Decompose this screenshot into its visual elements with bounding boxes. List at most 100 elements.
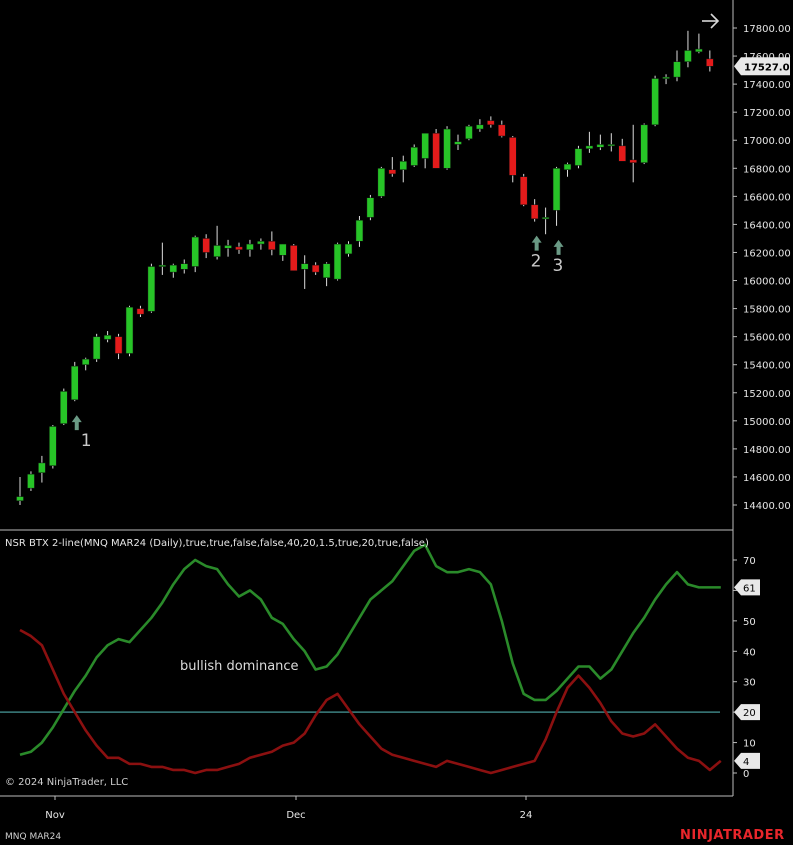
candle[interactable] — [421, 132, 429, 169]
arrow-right-icon[interactable] — [702, 13, 720, 29]
candle[interactable] — [530, 199, 539, 222]
candle[interactable] — [388, 157, 397, 177]
signal-label: 2 — [531, 252, 542, 272]
candle[interactable] — [454, 134, 462, 151]
candle[interactable] — [443, 126, 451, 170]
candle[interactable] — [322, 262, 331, 287]
price-tick-label: 14800.00 — [743, 445, 791, 456]
candle[interactable] — [563, 162, 572, 177]
candle[interactable] — [224, 239, 232, 257]
candle[interactable] — [136, 305, 145, 318]
indicator-panel[interactable] — [0, 543, 722, 775]
candle[interactable] — [344, 241, 353, 257]
candle[interactable] — [498, 120, 506, 138]
candle[interactable] — [191, 235, 199, 273]
candle[interactable] — [399, 155, 407, 183]
candle[interactable] — [71, 361, 79, 402]
candle[interactable] — [27, 471, 35, 491]
price-panel[interactable]: 1 2 3 — [16, 30, 714, 505]
price-tick-label: 17200.00 — [743, 108, 791, 119]
candle[interactable] — [432, 129, 440, 169]
candle[interactable] — [509, 136, 517, 183]
price-tick-label: 17400.00 — [743, 80, 791, 91]
candle[interactable] — [202, 234, 210, 259]
candle[interactable] — [476, 119, 484, 132]
candle[interactable] — [684, 30, 692, 68]
candle[interactable] — [487, 116, 495, 128]
indicator-tick-label: 10 — [743, 739, 756, 750]
time-axis[interactable]: Nov Dec 24 — [45, 796, 532, 821]
candle[interactable] — [552, 166, 561, 226]
bullish-line[interactable] — [19, 543, 721, 756]
indicator-value-badge: 20 — [734, 704, 760, 721]
candle[interactable] — [114, 333, 123, 360]
price-tick-label: 16000.00 — [743, 277, 791, 288]
chart-canvas[interactable]: 123 17800.0017600.0017400.0017200.001700… — [0, 0, 793, 845]
candle[interactable] — [38, 455, 46, 483]
copyright: © 2024 NinjaTrader, LLC — [5, 777, 128, 788]
candle[interactable] — [158, 242, 167, 275]
svg-text:20: 20 — [743, 708, 756, 719]
price-tick-label: 15200.00 — [743, 389, 791, 400]
candle[interactable] — [279, 243, 287, 261]
bearish-line[interactable] — [19, 628, 722, 775]
candle[interactable] — [706, 50, 714, 72]
candle[interactable] — [695, 33, 703, 54]
indicator-axis[interactable]: 70605040302010061204 — [733, 556, 760, 780]
candle[interactable] — [366, 194, 375, 221]
indicator-value-badge: 61 — [734, 579, 760, 596]
candle[interactable] — [465, 124, 473, 141]
candle[interactable] — [180, 259, 188, 274]
up-arrow-signal-icon — [71, 415, 82, 431]
price-tick-label: 15400.00 — [743, 361, 791, 372]
candle[interactable] — [574, 145, 583, 169]
candle[interactable] — [311, 262, 320, 275]
candle[interactable] — [125, 305, 134, 357]
candle[interactable] — [103, 331, 112, 343]
price-tick-label: 15000.00 — [743, 417, 791, 428]
candle[interactable] — [169, 263, 178, 278]
indicator-tick-label: 40 — [743, 647, 756, 658]
candle[interactable] — [300, 255, 309, 289]
candle[interactable] — [629, 124, 637, 183]
price-tick-label: 16400.00 — [743, 220, 791, 231]
candle[interactable] — [618, 138, 626, 162]
candle[interactable] — [585, 131, 594, 153]
candle[interactable] — [607, 133, 616, 152]
ninjatrader-logo: NINJATRADER — [680, 828, 785, 843]
price-tick-label: 17000.00 — [743, 136, 791, 147]
candle[interactable] — [640, 123, 648, 165]
candle[interactable] — [596, 134, 605, 151]
candle[interactable] — [541, 207, 550, 235]
indicator-tick-label: 30 — [743, 678, 756, 689]
candle[interactable] — [147, 263, 156, 313]
candle[interactable] — [92, 333, 101, 362]
candle[interactable] — [410, 144, 418, 167]
candle[interactable] — [257, 238, 265, 250]
up-arrow-signal-icon — [553, 239, 564, 255]
candle[interactable] — [81, 357, 90, 371]
current-price-badge: 17527.00 — [734, 57, 793, 76]
price-tick-label: 15800.00 — [743, 305, 791, 316]
candle[interactable] — [519, 173, 528, 207]
candle[interactable] — [673, 50, 681, 82]
candle[interactable] — [49, 425, 57, 469]
annotation-bullish-dominance: bullish dominance — [180, 659, 299, 674]
price-tick-label: 14600.00 — [743, 473, 791, 484]
price-tick-label: 15600.00 — [743, 333, 791, 344]
candle[interactable] — [333, 242, 342, 281]
up-arrow-signal-icon — [531, 235, 542, 251]
candle[interactable] — [290, 244, 298, 271]
candle[interactable] — [355, 215, 364, 247]
instrument-label: MNQ MAR24 — [5, 832, 61, 842]
candle[interactable] — [235, 242, 243, 254]
candle[interactable] — [651, 75, 659, 127]
candle[interactable] — [246, 239, 254, 257]
price-axis[interactable]: 17800.0017600.0017400.0017200.0017000.00… — [733, 24, 793, 512]
candle[interactable] — [662, 74, 670, 85]
candle[interactable] — [268, 231, 276, 256]
candle[interactable] — [213, 225, 221, 260]
candle[interactable] — [16, 476, 24, 505]
candle[interactable] — [377, 166, 386, 198]
candle[interactable] — [60, 388, 68, 426]
